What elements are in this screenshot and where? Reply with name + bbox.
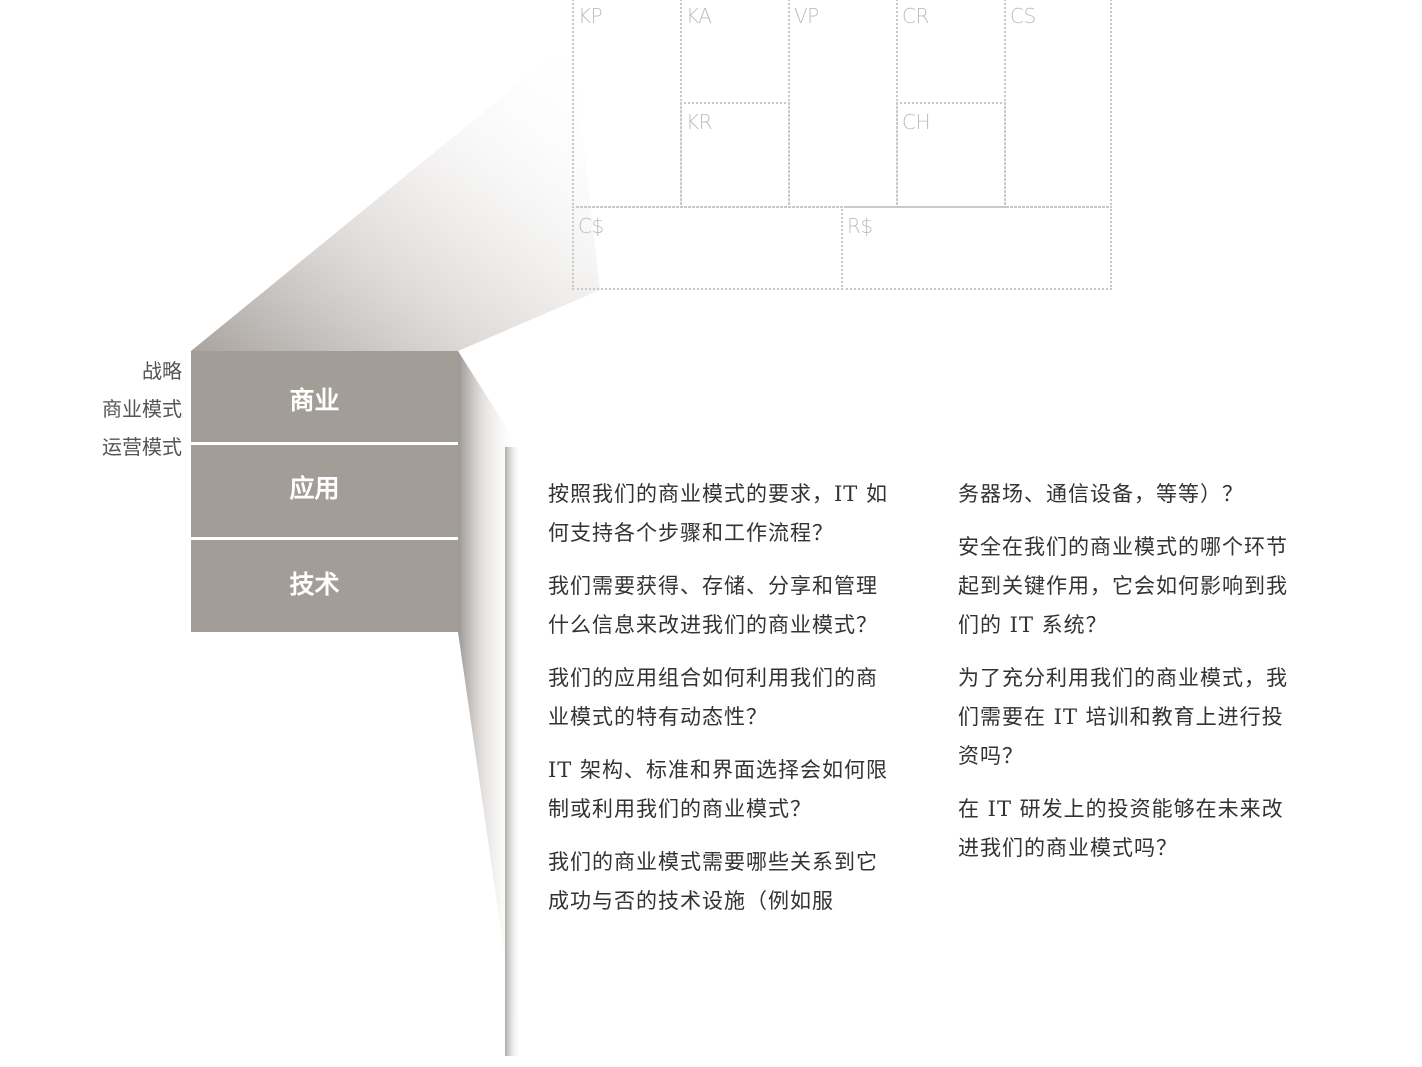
upper-beam — [191, 40, 600, 351]
layer-technology: 技术 — [191, 540, 458, 632]
cell-label-kr: KR — [686, 110, 713, 134]
question-item: 按照我们的商业模式的要求，IT 如何支持各个步骤和工作流程？ — [548, 482, 888, 545]
question-item: 安全在我们的商业模式的哪个环节起到关键作用，它会如何影响到我们的 IT 系统？ — [958, 535, 1288, 637]
cell-customer-segments: CS — [1004, 0, 1112, 208]
cell-customer-relationships: CR — [896, 0, 1006, 104]
question-item: 为了充分利用我们的商业模式，我们需要在 IT 培训和教育上进行投资吗？ — [958, 666, 1288, 768]
layer-business: 商业 — [191, 351, 458, 442]
cell-label-cr: CR — [902, 4, 929, 28]
question-item: IT 架构、标准和界面选择会如何限制或利用我们的商业模式？ — [548, 758, 888, 821]
layer-application: 应用 — [191, 445, 458, 537]
question-item: 在 IT 研发上的投资能够在未来改进我们的商业模式吗？ — [958, 797, 1284, 860]
cell-revenue-streams: R$ — [841, 206, 1112, 290]
cell-label-vp: VP — [794, 4, 819, 28]
question-item: 我们需要获得、存储、分享和管理什么信息来改进我们的商业模式？ — [548, 574, 878, 637]
business-model-canvas: KP KA KR VP CR CH CS C$ R$ — [572, 0, 1112, 290]
cell-value-propositions: VP — [788, 0, 898, 208]
questions-right-column: 务器场、通信设备，等等）？ 安全在我们的商业模式的哪个环节起到关键作用，它会如何… — [958, 475, 1303, 882]
cell-cost-structure: C$ — [572, 206, 843, 290]
question-item: 我们的商业模式需要哪些关系到它成功与否的技术设施（例如服 — [548, 850, 878, 913]
cell-label-revenue: R$ — [847, 214, 873, 238]
cell-label-ka: KA — [686, 4, 712, 28]
cell-label-kp: KP — [578, 4, 603, 28]
label-business-model: 商业模式 — [102, 397, 182, 421]
question-item: 我们的应用组合如何利用我们的商业模式的特有动态性？ — [548, 666, 878, 729]
cell-key-partners: KP — [572, 0, 682, 208]
label-operating-model: 运营模式 — [102, 435, 182, 459]
cell-label-ch: CH — [902, 110, 931, 134]
cell-key-resources: KR — [680, 102, 790, 208]
questions-left-column: 按照我们的商业模式的要求，IT 如何支持各个步骤和工作流程？ 我们需要获得、存储… — [548, 475, 893, 935]
cell-channels: CH — [896, 102, 1006, 208]
question-item: 务器场、通信设备，等等）？ — [958, 482, 1244, 506]
label-strategy: 战略 — [142, 359, 182, 383]
side-labels: 战略 商业模式 运营模式 — [60, 352, 182, 466]
cell-key-activities: KA — [680, 0, 790, 104]
questions-panel: 按照我们的商业模式的要求，IT 如何支持各个步骤和工作流程？ 我们需要获得、存储… — [519, 447, 1309, 1067]
cell-label-cost: C$ — [578, 214, 604, 238]
cell-label-cs: CS — [1010, 4, 1036, 28]
